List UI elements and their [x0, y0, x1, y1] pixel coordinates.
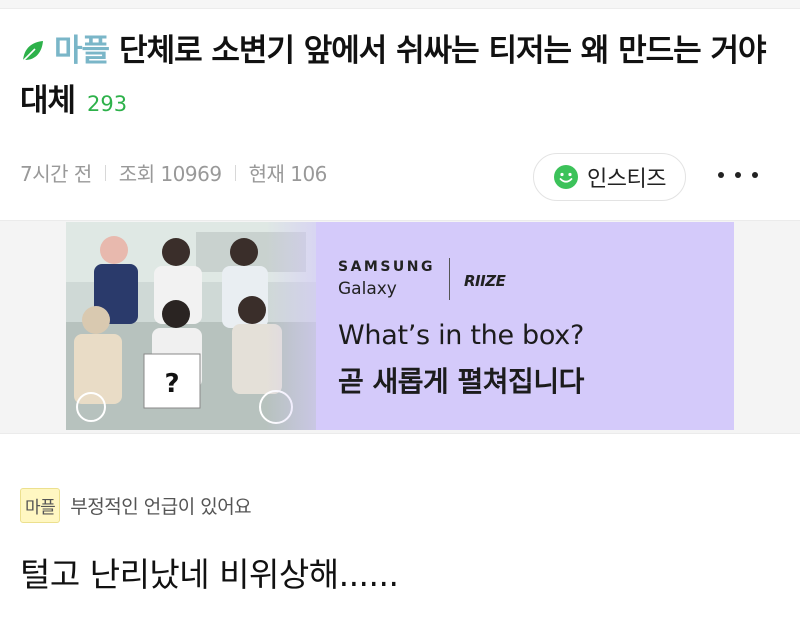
comment-count[interactable]: 293	[87, 92, 127, 116]
notice-tag: 마플	[20, 488, 61, 523]
top-separator	[0, 0, 800, 9]
board-badge-label: 인스티즈	[587, 167, 666, 192]
ad-headline: What’s in the box?	[338, 320, 584, 351]
ad-sub-brand: Galaxy	[338, 279, 397, 299]
board-badge-button[interactable]: 인스티즈	[533, 153, 686, 201]
post-header: 마플 단체로 소변기 앞에서 쉬싸는 티저는 왜 만드는 거야 대체 293	[20, 26, 790, 129]
meta-divider	[234, 164, 236, 181]
ad-brand-divider	[449, 258, 450, 300]
ad-brand-name: SAMSUNG	[338, 259, 436, 275]
smile-icon	[554, 165, 579, 189]
content-notice: 마플 부정적인 언급이 있어요	[20, 488, 252, 523]
meta-divider	[104, 164, 106, 181]
post-current-viewers: 현재 106	[248, 162, 328, 186]
more-icon[interactable]	[718, 160, 758, 190]
ad-subheadline: 곧 새롭게 펼쳐집니다	[338, 365, 584, 398]
ad-brand: SAMSUNG Galaxy	[338, 259, 435, 299]
post-title-text: 단체로 소변기 앞에서 쉬싸는 티저는 왜 만드는 거야 대체	[20, 33, 767, 119]
post-category[interactable]: 마플	[54, 33, 110, 69]
post-body: 털고 난리났네 비위상해......	[20, 555, 399, 594]
notice-text: 부정적인 언급이 있어요	[70, 496, 252, 518]
post-title: 마플 단체로 소변기 앞에서 쉬싸는 티저는 왜 만드는 거야 대체 293	[20, 26, 790, 129]
ad-partner: RIIZE	[464, 272, 506, 290]
ad-box-mark: ?	[164, 369, 179, 399]
leaf-icon	[22, 41, 43, 62]
post-time: 7시간 전	[20, 162, 92, 186]
ad-photo-fade	[266, 222, 346, 430]
post-meta: 7시간 전 조회 10969 현재 106	[20, 158, 327, 187]
post-views: 조회 10969	[118, 162, 222, 186]
ad-banner[interactable]: ? SAMSUNG Galaxy RIIZE What’s in the box…	[66, 222, 734, 430]
